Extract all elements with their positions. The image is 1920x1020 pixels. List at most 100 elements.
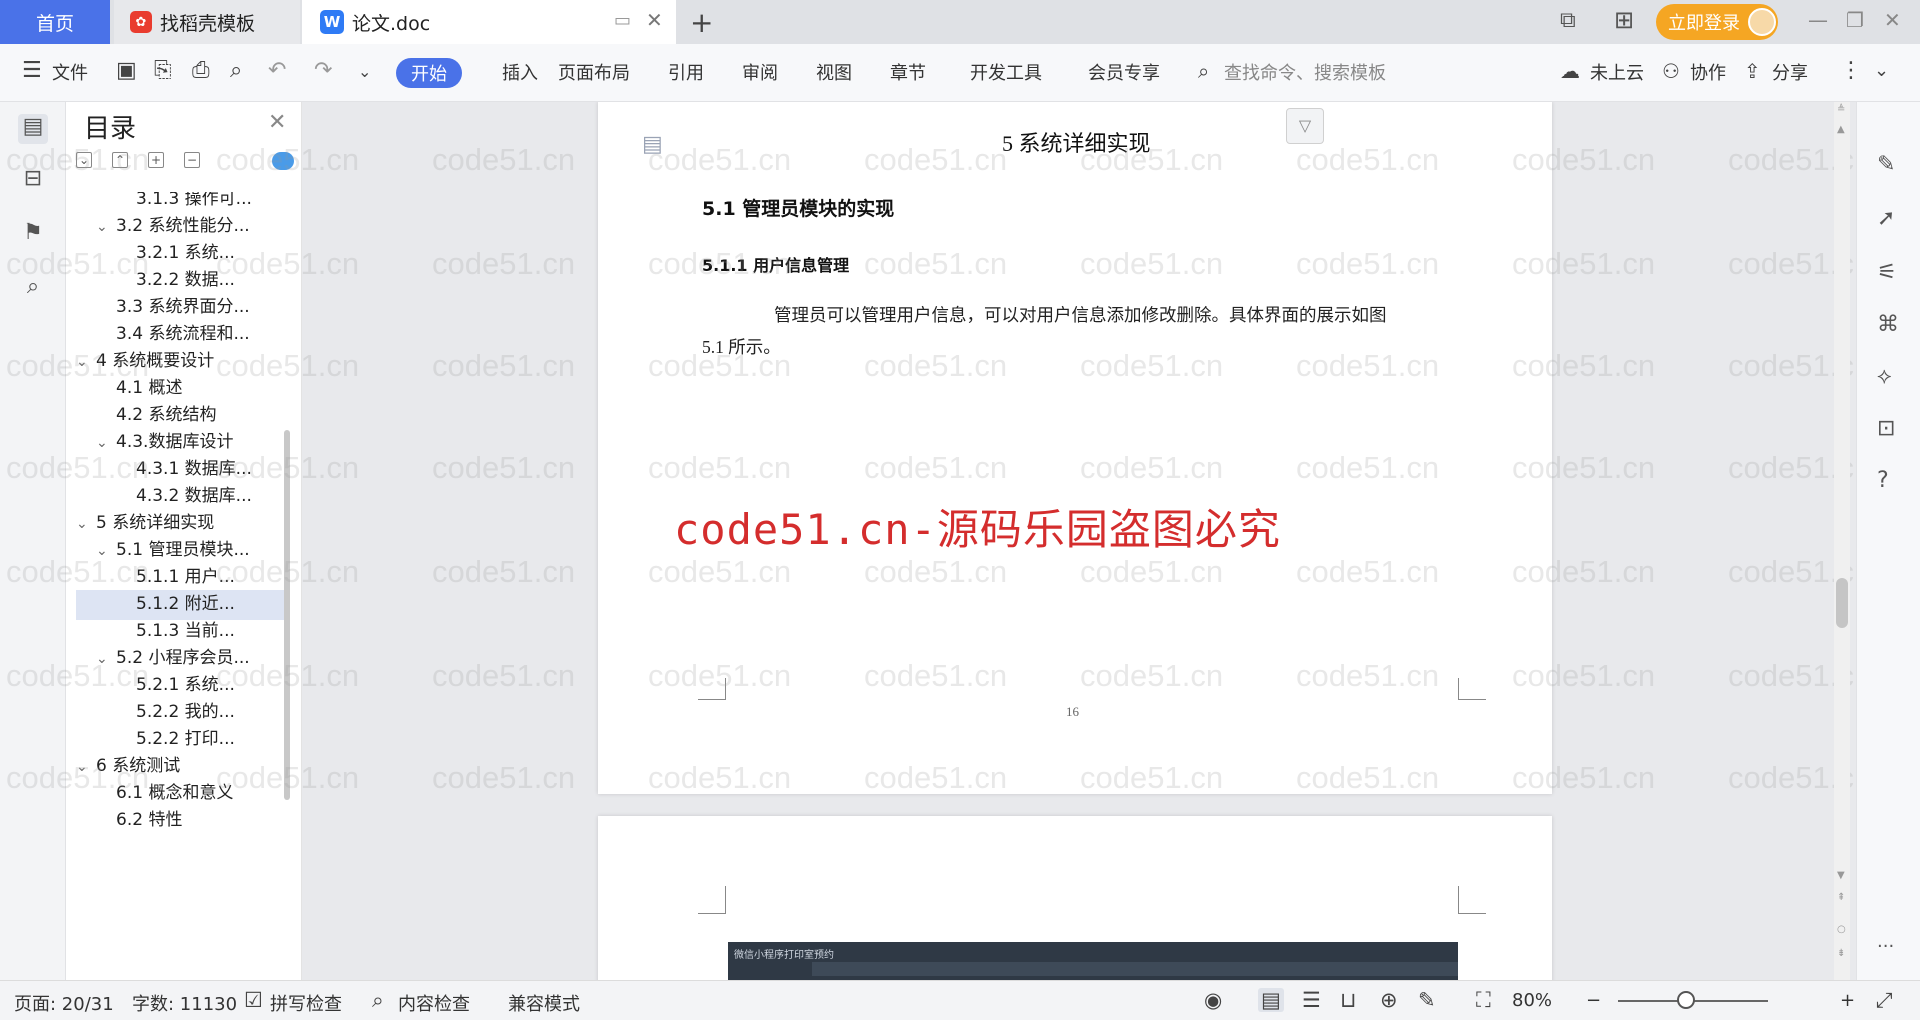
toc-item[interactable]: ⌄ 5 系统详细实现	[76, 508, 214, 538]
next-page-icon[interactable]: ⇟	[1837, 948, 1845, 959]
chevron-down-icon[interactable]: ⌄	[96, 644, 116, 674]
find-icon[interactable]: ⌕	[18, 274, 48, 304]
toc-item[interactable]: ⌄ 6 系统测试	[76, 751, 180, 781]
eye-protection-icon[interactable]: ◉	[1204, 988, 1222, 1012]
pen-icon[interactable]: ✎	[1877, 152, 1895, 177]
scroll-up-icon[interactable]: ▲	[1837, 124, 1845, 135]
more-options-icon[interactable]: ···	[1877, 936, 1894, 957]
write-mode-icon[interactable]: ✎	[1418, 988, 1436, 1012]
scroll-down-icon[interactable]: ▼	[1837, 870, 1845, 881]
toc-item[interactable]: 5.1.1 用户...	[116, 562, 235, 592]
new-tab-button[interactable]: +	[690, 6, 713, 39]
outline-view-icon[interactable]: ☰	[1302, 988, 1321, 1012]
save-icon[interactable]: ▣	[116, 58, 137, 83]
hamburger-icon[interactable]: ☰	[22, 58, 42, 83]
style-icon[interactable]: ⌘	[1877, 312, 1899, 337]
print-icon[interactable]: ⎙	[192, 58, 210, 83]
chevron-down-icon[interactable]: ⌄	[96, 428, 116, 458]
toc-item[interactable]: ⌄ 3.2 系统性能分...	[96, 211, 250, 241]
prev-page-icon[interactable]: ⇞	[1837, 892, 1845, 903]
toc-item[interactable]: 3.4 系统流程和...	[96, 319, 250, 349]
login-button[interactable]: 立即登录	[1656, 4, 1778, 40]
minimize-button[interactable]: —	[1808, 8, 1828, 32]
select-browse-icon[interactable]: ○	[1837, 924, 1846, 935]
menu-start[interactable]: 开始	[396, 58, 462, 88]
toc-item[interactable]: 6.2 特性	[96, 805, 182, 835]
menu-insert[interactable]: 插入	[502, 59, 538, 85]
filter-icon[interactable]: ▽	[1286, 108, 1324, 144]
cloud-status[interactable]: 未上云	[1590, 59, 1644, 85]
web-view-icon[interactable]: ⊕	[1380, 988, 1398, 1012]
zoom-in-button[interactable]: +	[1840, 990, 1855, 1011]
remove-heading-icon[interactable]: −	[184, 152, 200, 168]
toc-item[interactable]: 5.1.2 附近...	[116, 589, 235, 619]
menu-member[interactable]: 会员专享	[1088, 59, 1160, 85]
export-pdf-icon[interactable]: ⎘	[154, 58, 172, 83]
toc-item[interactable]: 5.1.3 当前...	[116, 616, 235, 646]
collaborate-button[interactable]: 协作	[1690, 59, 1726, 85]
menu-page-layout[interactable]: 页面布局	[558, 59, 630, 85]
spellcheck-button[interactable]: 拼写检查	[270, 990, 342, 1016]
help-icon[interactable]: ?	[1877, 468, 1889, 493]
toc-item[interactable]: 6.1 概念和意义	[96, 778, 233, 808]
chevron-down-icon[interactable]: ⌄	[96, 536, 116, 566]
tab-close-icon[interactable]: ✕	[646, 8, 663, 32]
more-icon[interactable]: ⋮	[1840, 58, 1862, 83]
redo-icon[interactable]: ↷	[314, 58, 332, 83]
vertical-scrollbar[interactable]: ≜ ▲ ▼ ⇞ ○ ⇟	[1834, 102, 1850, 980]
toc-item[interactable]: 3.2.2 数据...	[116, 265, 235, 295]
chevron-down-icon[interactable]: ⌄	[96, 212, 116, 242]
toc-item[interactable]: 5.2.2 打印...	[116, 724, 235, 754]
toc-item[interactable]: 3.2.1 系统...	[116, 238, 235, 268]
ai-assistant-icon[interactable]: ⟡	[1877, 364, 1892, 389]
toc-item[interactable]: ⌄ 5.2 小程序会员...	[96, 643, 250, 673]
chevron-down-icon[interactable]: ⌄	[76, 509, 96, 539]
bookmark-icon[interactable]: ⚑	[18, 220, 48, 250]
adjust-sliders-icon[interactable]: ⚟	[1877, 260, 1897, 285]
read-mode-icon[interactable]: ⊔	[1340, 988, 1356, 1012]
vertical-scroll-thumb[interactable]	[1836, 578, 1848, 628]
expand-all-icon[interactable]: ⌄	[76, 152, 92, 168]
share-button[interactable]: 分享	[1772, 59, 1808, 85]
toc-item[interactable]: ⌄ 5.1 管理员模块...	[96, 535, 250, 565]
undo-icon[interactable]: ↶	[268, 58, 286, 83]
content-check-button[interactable]: 内容检查	[398, 990, 470, 1016]
toc-view-toggle-icon[interactable]	[272, 152, 294, 170]
menu-developer[interactable]: 开发工具	[970, 59, 1042, 85]
collapse-all-icon[interactable]: ⌃	[112, 152, 128, 168]
tab-document[interactable]: W 论文.doc ▭ ✕	[302, 0, 676, 44]
menu-references[interactable]: 引用	[668, 59, 704, 85]
menu-review[interactable]: 审阅	[742, 59, 778, 85]
zoom-slider-knob[interactable]	[1676, 991, 1695, 1009]
page-menu-icon[interactable]: ▤	[642, 132, 663, 157]
toc-item[interactable]: 3.3 系统界面分...	[96, 292, 250, 322]
document-page[interactable]: ▤ 5 系统详细实现 5.1 管理员模块的实现 5.1.1 用户信息管理 管理员…	[598, 102, 1552, 794]
print-preview-icon[interactable]: ⌕	[230, 58, 242, 83]
toc-item[interactable]: ⌄ 4.3.数据库设计	[96, 427, 233, 457]
review-panel-icon[interactable]: ⊡	[1877, 416, 1895, 441]
screen-icon[interactable]: ▭	[614, 10, 631, 31]
toc-item[interactable]: 5.2.2 我的...	[116, 697, 235, 727]
zoom-out-button[interactable]: −	[1586, 990, 1601, 1011]
add-heading-icon[interactable]: +	[148, 152, 164, 168]
zoom-level[interactable]: 80%	[1512, 990, 1552, 1011]
menu-view[interactable]: 视图	[816, 59, 852, 85]
toc-item[interactable]: 4.2 系统结构	[96, 400, 216, 430]
toc-item[interactable]: 4.1 概述	[96, 373, 182, 403]
toc-item[interactable]: 5.2.1 系统...	[116, 670, 235, 700]
tab-templates[interactable]: ✿ 找稻壳模板	[114, 0, 300, 44]
collapse-ribbon-icon[interactable]: ⌄	[1874, 60, 1889, 81]
toc-item[interactable]: 4.3.1 数据库...	[116, 454, 252, 484]
cursor-select-icon[interactable]: ➚	[1877, 206, 1895, 231]
nav-pane-icon[interactable]: ⊟	[18, 166, 48, 196]
page-indicator[interactable]: 页面: 20/31	[14, 990, 114, 1016]
tab-home[interactable]: 首页	[0, 0, 110, 44]
search-commands-input[interactable]: 查找命令、搜索模板	[1224, 59, 1386, 85]
apps-grid-icon[interactable]: ⊞	[1614, 6, 1634, 34]
scroll-top-icon[interactable]: ≜	[1837, 104, 1845, 115]
chevron-down-icon[interactable]: ⌄	[76, 752, 96, 782]
fullscreen-icon[interactable]: ⤢	[1876, 988, 1893, 1013]
restore-button[interactable]: ❐	[1846, 8, 1864, 32]
page-view-icon[interactable]: ▤	[1258, 988, 1284, 1012]
chevron-down-icon[interactable]: ⌄	[76, 347, 96, 377]
